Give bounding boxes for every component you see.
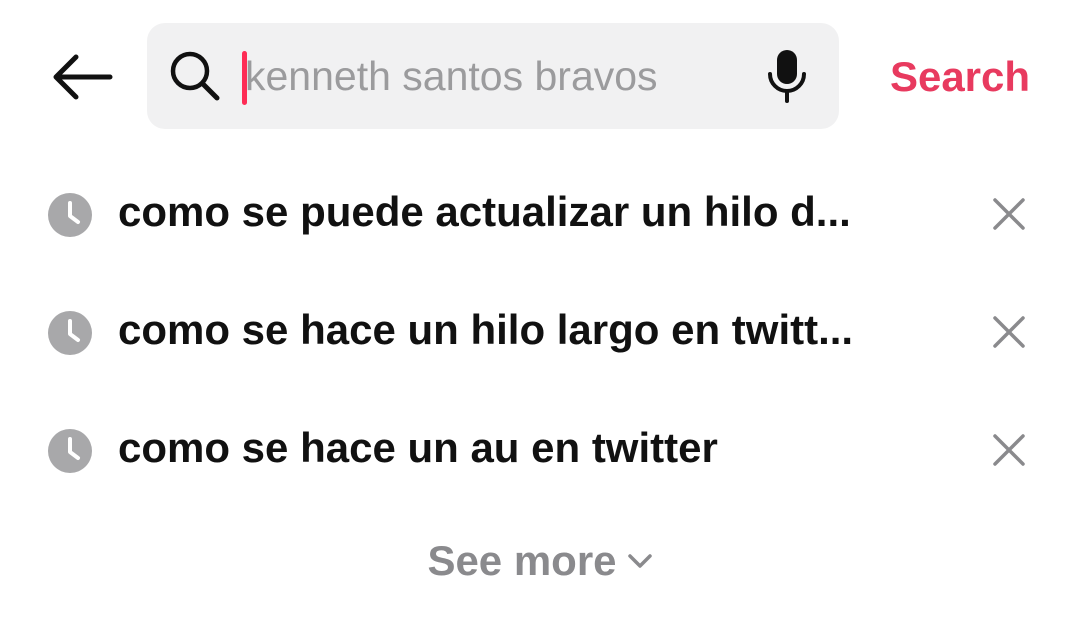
history-item[interactable]: como se puede actualizar un hilo d...	[0, 152, 1079, 270]
history-item[interactable]: como se hace un au en twitter	[0, 388, 1079, 506]
search-button[interactable]: Search	[870, 44, 1050, 110]
search-icon	[170, 51, 220, 101]
back-button[interactable]	[44, 44, 120, 110]
clock-icon	[48, 429, 92, 473]
search-header: Search	[0, 0, 1079, 150]
close-icon	[993, 434, 1025, 466]
search-input[interactable]	[245, 45, 755, 107]
arrow-left-icon	[53, 54, 113, 100]
history-item-text: como se hace un hilo largo en twitt...	[118, 306, 854, 353]
search-bar[interactable]	[147, 23, 839, 129]
remove-history-button[interactable]	[982, 423, 1036, 477]
history-item-text: como se puede actualizar un hilo d...	[118, 188, 851, 235]
voice-search-button[interactable]	[759, 45, 815, 107]
history-item-text: como se hace un au en twitter	[118, 424, 718, 471]
clock-icon	[48, 311, 92, 355]
chevron-down-icon	[627, 554, 652, 568]
close-icon	[993, 198, 1025, 230]
remove-history-button[interactable]	[982, 305, 1036, 359]
close-icon	[993, 316, 1025, 348]
remove-history-button[interactable]	[982, 187, 1036, 241]
microphone-icon	[768, 50, 806, 103]
see-more-label: See more	[427, 537, 617, 584]
see-more-button[interactable]: See more	[400, 530, 680, 592]
history-item[interactable]: como se hace un hilo largo en twitt...	[0, 270, 1079, 388]
clock-icon	[48, 193, 92, 237]
